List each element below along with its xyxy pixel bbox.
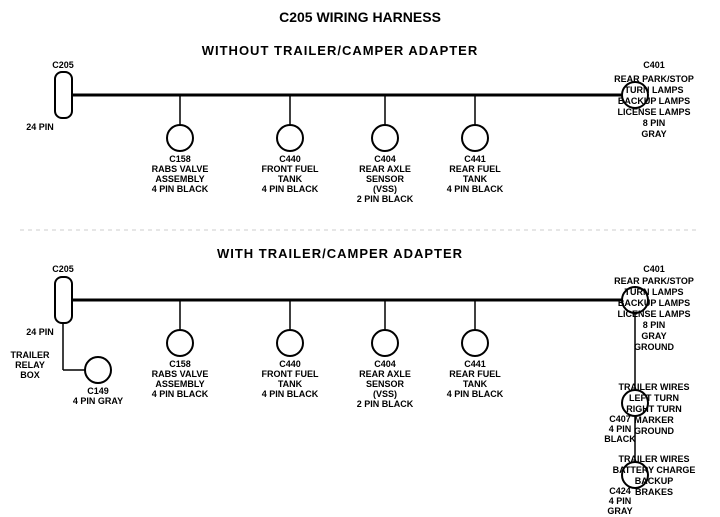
bot-c404-l4: 2 PIN BLACK: [357, 399, 414, 409]
top-c404-id: C404: [374, 154, 396, 164]
bot-left-id: C205: [52, 264, 74, 274]
bot-c404-id: C404: [374, 359, 396, 369]
bot-c404-l2: SENSOR: [366, 379, 405, 389]
bot-c424-pins: 4 PIN: [609, 496, 632, 506]
diagram-container: C205 WIRING HARNESS WITHOUT TRAILER/CAMP…: [0, 0, 720, 517]
bot-c407-d4: MARKER: [634, 415, 674, 425]
bot-c441-l3: 4 PIN BLACK: [447, 389, 504, 399]
bot-c149-id: C149: [87, 386, 109, 396]
bot-c407-d2: LEFT TURN: [629, 393, 679, 403]
top-section-title: WITHOUT TRAILER/CAMPER ADAPTER: [202, 43, 479, 58]
bot-c424-color: GRAY: [607, 506, 632, 516]
bot-c440-l1: FRONT FUEL: [262, 369, 319, 379]
top-c158-id: C158: [169, 154, 191, 164]
top-c404-l2: SENSOR: [366, 174, 405, 184]
top-right-desc2: TURN LAMPS: [625, 85, 684, 95]
top-right-pins: 8 PIN: [643, 118, 666, 128]
top-right-desc3: BACKUP LAMPS: [618, 96, 690, 106]
bot-c424-id: C424: [609, 486, 631, 496]
bot-c158-id: C158: [169, 359, 191, 369]
bot-relay-label3: BOX: [20, 370, 40, 380]
bot-c404-l3: (VSS): [373, 389, 397, 399]
bottom-section-title: WITH TRAILER/CAMPER ADAPTER: [217, 246, 463, 261]
bot-c158-l1: RABS VALVE: [152, 369, 209, 379]
top-c441-l2: TANK: [463, 174, 488, 184]
bot-c407-d5: GROUND: [634, 426, 674, 436]
top-c404-l1: REAR AXLE: [359, 164, 411, 174]
bot-c407-pins: 4 PIN: [609, 424, 632, 434]
bot-c404-l1: REAR AXLE: [359, 369, 411, 379]
bot-c407-d1: TRAILER WIRES: [619, 382, 690, 392]
bot-c441-l2: TANK: [463, 379, 488, 389]
top-c158-l2: ASSEMBLY: [155, 174, 204, 184]
top-c440-id: C440: [279, 154, 301, 164]
top-c404-l4: 2 PIN BLACK: [357, 194, 414, 204]
top-c441-l1: REAR FUEL: [449, 164, 501, 174]
top-left-pins: 24 PIN: [26, 122, 54, 132]
bot-c424-d2: BATTERY CHARGE: [613, 465, 696, 475]
top-left-id: C205: [52, 60, 74, 70]
top-right-color: GRAY: [641, 129, 666, 139]
bot-c440-l3: 4 PIN BLACK: [262, 389, 319, 399]
bot-c407-color: BLACK: [604, 434, 636, 444]
top-c440-l3: 4 PIN BLACK: [262, 184, 319, 194]
bot-right-color: GRAY: [641, 331, 666, 341]
top-c441-l3: 4 PIN BLACK: [447, 184, 504, 194]
bot-c441-id: C441: [464, 359, 486, 369]
bot-c424-d3: BACKUP: [635, 476, 674, 486]
bot-right-d1: REAR PARK/STOP: [614, 276, 694, 286]
top-right-id: C401: [643, 60, 665, 70]
bot-c441-l1: REAR FUEL: [449, 369, 501, 379]
bot-right-ground: GROUND: [634, 342, 674, 352]
bot-right-d2: TURN LAMPS: [625, 287, 684, 297]
bot-c440-l2: TANK: [278, 379, 303, 389]
bot-c149-pins: 4 PIN GRAY: [73, 396, 123, 406]
top-c441-id: C441: [464, 154, 486, 164]
top-right-desc4: LICENSE LAMPS: [617, 107, 690, 117]
bot-right-pins: 8 PIN: [643, 320, 666, 330]
top-c158-l1: RABS VALVE: [152, 164, 209, 174]
bot-c407-id: C407: [609, 414, 631, 424]
bot-c158-l2: ASSEMBLY: [155, 379, 204, 389]
bot-right-d3: BACKUP LAMPS: [618, 298, 690, 308]
top-c404-l3: (VSS): [373, 184, 397, 194]
main-title: C205 WIRING HARNESS: [279, 9, 441, 25]
top-c440-l2: TANK: [278, 174, 303, 184]
bot-c424-d4: BRAKES: [635, 487, 673, 497]
bot-right-d4: LICENSE LAMPS: [617, 309, 690, 319]
top-right-desc1: REAR PARK/STOP: [614, 74, 694, 84]
bot-c407-d3: RIGHT TURN: [626, 404, 682, 414]
bot-relay-label2: RELAY: [15, 360, 45, 370]
top-c440-l1: FRONT FUEL: [262, 164, 319, 174]
bot-left-pins: 24 PIN: [26, 327, 54, 337]
bot-right-id: C401: [643, 264, 665, 274]
top-c158-l3: 4 PIN BLACK: [152, 184, 209, 194]
bot-c440-id: C440: [279, 359, 301, 369]
bot-c424-d1: TRAILER WIRES: [619, 454, 690, 464]
bot-c158-l3: 4 PIN BLACK: [152, 389, 209, 399]
bot-relay-label1: TRAILER: [11, 350, 50, 360]
